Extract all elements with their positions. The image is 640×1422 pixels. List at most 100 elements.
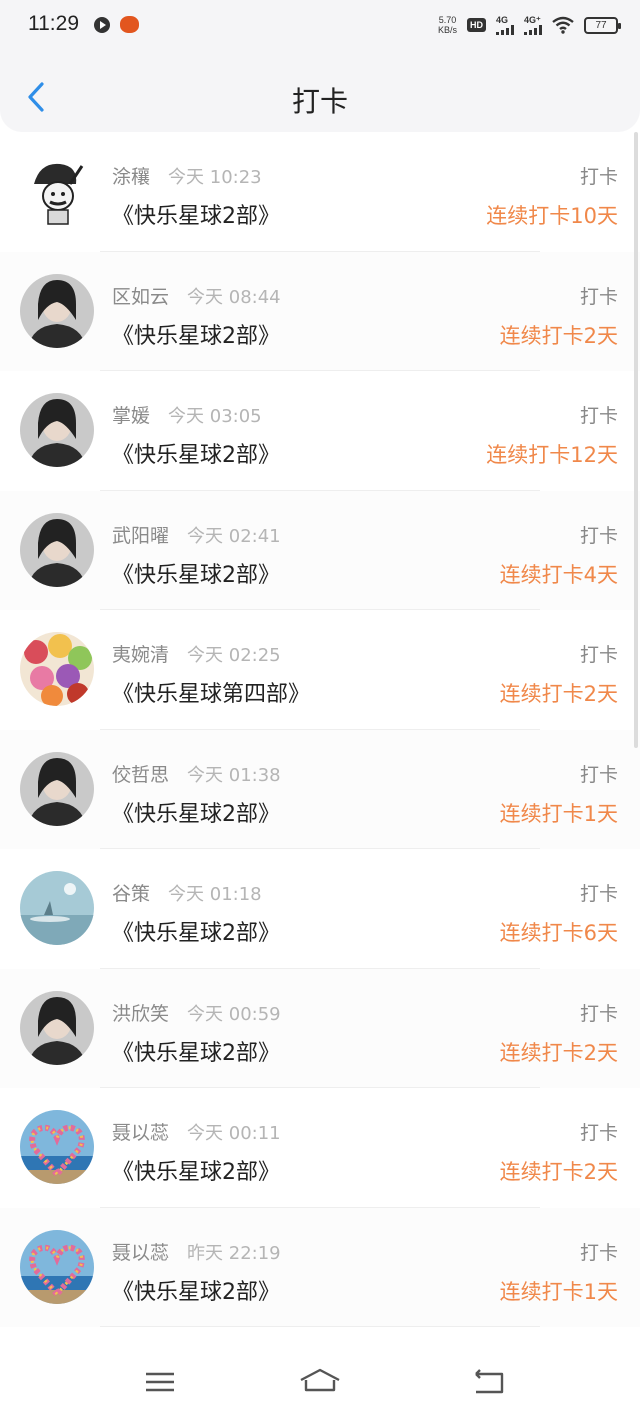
book-title: 《快乐星球2部》: [112, 1040, 280, 1066]
checkin-time: 今天 08:44: [187, 286, 281, 308]
checkin-time: 昨天 22:19: [187, 1242, 281, 1264]
checkin-row[interactable]: 佼哲思 今天 01:38 《快乐星球2部》 打卡 连续打卡1天: [0, 729, 640, 849]
streak-label: 连续打卡2天: [499, 1040, 618, 1065]
checkin-time: 今天 00:11: [187, 1123, 281, 1144]
net-speed: 5.70 KB/s: [438, 15, 457, 35]
streak-label: 连续打卡1天: [499, 801, 618, 826]
checkin-type: 打卡: [579, 644, 618, 666]
avatar[interactable]: [20, 751, 94, 826]
checkin-time: 今天 02:41: [187, 525, 281, 547]
user-name: 夷婉清: [112, 644, 170, 666]
checkin-meta: 夷婉清 今天 02:25: [112, 640, 281, 667]
checkin-meta: 聂以蕊 今天 00:11: [112, 1118, 281, 1145]
streak-label: 连续打卡4天: [499, 562, 618, 587]
checkin-meta: 区如云 今天 08:44: [112, 282, 281, 309]
status-bar: 11:29 5.70 KB/s HD 4G 4G⁺ 77: [0, 0, 640, 52]
checkin-meta: 佼哲思 今天 01:38: [112, 760, 281, 787]
checkin-time: 今天 03:05: [168, 406, 262, 427]
checkin-row[interactable]: 夷婉清 今天 02:25 《快乐星球第四部》 打卡 连续打卡2天: [0, 610, 640, 730]
net-speed-unit: KB/s: [437, 25, 457, 35]
streak-label: 连续打卡2天: [499, 682, 618, 706]
header: 打卡: [0, 52, 640, 132]
wifi-icon: [552, 16, 574, 34]
checkin-type: 打卡: [579, 285, 618, 308]
checkin-row[interactable]: 涂穰 今天 10:23 《快乐星球2部》 打卡 连续打卡10天: [0, 132, 640, 252]
checkin-time: 今天 01:38: [187, 764, 281, 786]
checkin-type: 打卡: [579, 1122, 618, 1144]
avatar[interactable]: [20, 154, 94, 228]
book-title: 《快乐星球2部》: [112, 1279, 280, 1305]
checkin-meta: 聂以蕊 昨天 22:19: [112, 1238, 281, 1265]
avatar[interactable]: [20, 393, 94, 467]
checkin-meta: 洪欣笑 今天 00:59: [112, 999, 281, 1026]
checkin-time: 今天 00:59: [187, 1003, 281, 1025]
media-play-icon: [94, 17, 110, 33]
checkin-row[interactable]: 谷策 今天 01:18 《快乐星球2部》 打卡 连续打卡6天: [0, 849, 640, 969]
streak-label: 连续打卡6天: [499, 921, 618, 945]
scrollbar[interactable]: [634, 132, 638, 748]
checkin-type: 打卡: [579, 405, 618, 427]
checkin-type: 打卡: [579, 763, 618, 786]
checkin-row[interactable]: 区如云 今天 08:44 《快乐星球2部》 打卡 连续打卡2天: [0, 251, 640, 371]
battery-icon: 77: [584, 16, 621, 34]
checkin-time: 今天 02:25: [187, 645, 281, 666]
user-name: 区如云: [112, 285, 170, 308]
avatar[interactable]: [20, 871, 94, 945]
checkin-row[interactable]: 聂以蕊 今天 00:11 《快乐星球2部》 打卡 连续打卡2天: [0, 1088, 640, 1208]
home-icon[interactable]: [298, 1366, 342, 1398]
checkin-meta: 涂穰 今天 10:23: [112, 162, 262, 189]
checkin-row[interactable]: 武阳曜 今天 02:41 《快乐星球2部》 打卡 连续打卡4天: [0, 490, 640, 610]
hd-icon: HD: [467, 18, 486, 32]
book-title: 《快乐星球2部》: [112, 204, 280, 229]
network-label-2: 4G⁺: [524, 14, 541, 25]
streak-label: 连续打卡10天: [486, 204, 618, 228]
status-indicators: 5.70 KB/s HD 4G 4G⁺ 77: [438, 12, 621, 38]
checkin-type: 打卡: [579, 1002, 618, 1025]
signal-4g-plus-icon: 4G⁺: [524, 14, 542, 35]
book-title: 《快乐星球2部》: [112, 562, 280, 588]
book-title: 《快乐星球2部》: [112, 443, 280, 468]
checkin-type: 打卡: [579, 524, 618, 547]
streak-label: 连续打卡12天: [486, 443, 618, 467]
checkin-type: 打卡: [579, 1241, 618, 1264]
streak-label: 连续打卡2天: [499, 1160, 618, 1184]
avatar[interactable]: [20, 1229, 94, 1304]
user-name: 谷策: [112, 883, 151, 905]
book-title: 《快乐星球2部》: [112, 801, 280, 827]
divider: [100, 1326, 540, 1327]
checkin-time: 今天 01:18: [168, 884, 262, 905]
checkin-meta: 掌媛 今天 03:05: [112, 401, 262, 428]
user-name: 聂以蕊: [112, 1241, 170, 1264]
avatar[interactable]: [20, 512, 94, 587]
menu-icon[interactable]: [138, 1366, 182, 1398]
net-speed-value: 5.70: [438, 15, 457, 25]
streak-label: 连续打卡2天: [499, 323, 618, 348]
status-time: 11:29: [28, 12, 79, 35]
page-title: 打卡: [291, 85, 348, 118]
checkin-row[interactable]: 掌媛 今天 03:05 《快乐星球2部》 打卡 连续打卡12天: [0, 371, 640, 491]
book-title: 《快乐星球第四部》: [112, 682, 311, 707]
checkin-type: 打卡: [579, 883, 618, 905]
avatar[interactable]: [20, 990, 94, 1065]
checkin-row[interactable]: 聂以蕊 昨天 22:19 《快乐星球2部》 打卡 连续打卡1天: [0, 1207, 640, 1327]
signal-4g-icon: 4G: [496, 14, 514, 35]
checkin-row[interactable]: 洪欣笑 今天 00:59 《快乐星球2部》 打卡 连续打卡2天: [0, 968, 640, 1088]
user-name: 洪欣笑: [112, 1002, 170, 1025]
streak-label: 连续打卡1天: [499, 1279, 618, 1304]
avatar[interactable]: [20, 632, 94, 706]
system-nav-bar: [0, 1342, 640, 1422]
checkin-time: 今天 10:23: [168, 167, 262, 188]
return-icon[interactable]: [466, 1366, 510, 1398]
checkin-meta: 谷策 今天 01:18: [112, 879, 262, 906]
book-title: 《快乐星球2部》: [112, 323, 280, 349]
user-name: 聂以蕊: [112, 1122, 170, 1144]
user-name: 佼哲思: [112, 763, 170, 786]
avatar[interactable]: [20, 273, 94, 348]
book-title: 《快乐星球2部》: [112, 921, 280, 946]
checkin-type: 打卡: [579, 166, 618, 188]
checkin-list: 涂穰 今天 10:23 《快乐星球2部》 打卡 连续打卡10天 区如云 今天 0…: [0, 132, 640, 1327]
avatar[interactable]: [20, 1110, 94, 1184]
pumpkin-icon: [120, 16, 139, 33]
network-label-1: 4G: [496, 14, 509, 25]
checkin-meta: 武阳曜 今天 02:41: [112, 521, 281, 548]
